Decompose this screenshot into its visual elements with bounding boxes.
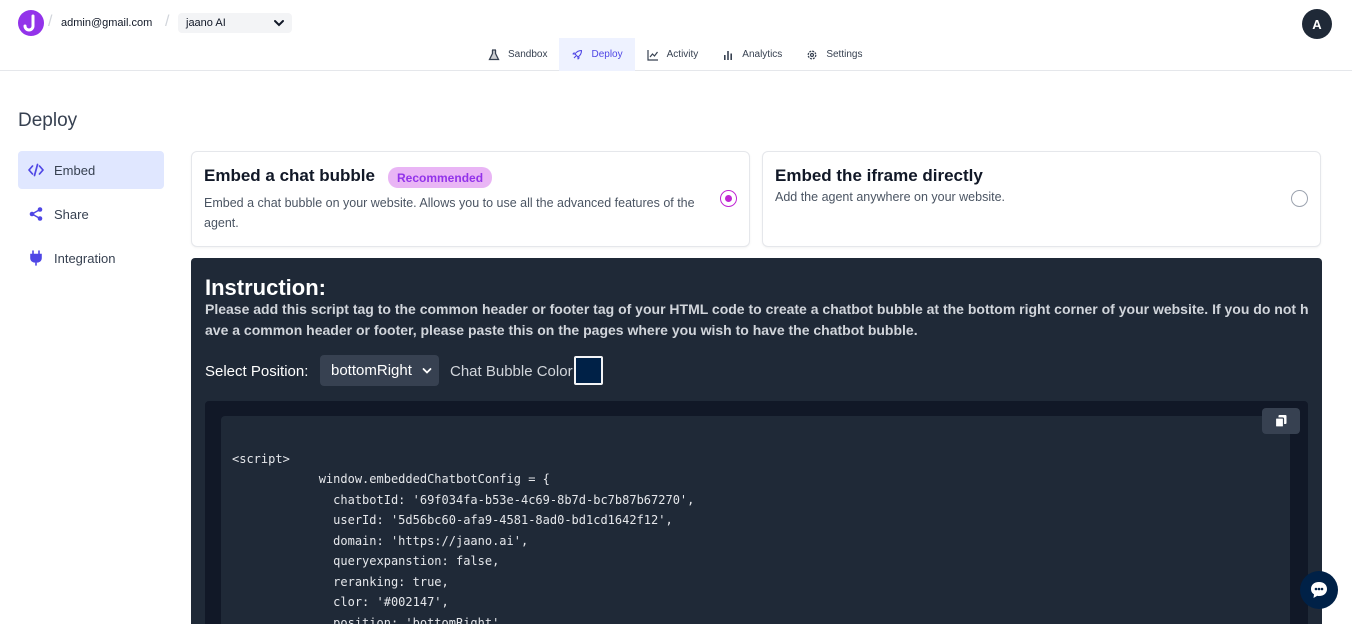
sidebar-item-integration[interactable]: Integration	[18, 239, 164, 277]
instruction-title: Instruction:	[205, 275, 326, 300]
top-bar: / admin@gmail.com / jaano AI A Sandbox D…	[0, 0, 1352, 71]
instruction-text: Please add this script tag to the common…	[205, 301, 1309, 338]
tab-analytics[interactable]: Analytics	[710, 38, 794, 71]
breadcrumb-separator: /	[165, 13, 170, 30]
tab-sandbox[interactable]: Sandbox	[476, 38, 559, 71]
jaano-logo[interactable]	[18, 10, 44, 36]
sidebar-item-embed[interactable]: Embed	[18, 151, 164, 189]
tab-deploy[interactable]: Deploy	[559, 38, 635, 71]
user-avatar[interactable]: A	[1302, 9, 1332, 39]
tab-settings[interactable]: Settings	[794, 38, 874, 71]
copy-icon	[1274, 415, 1287, 428]
option-description: Embed a chat bubble on your website. All…	[204, 196, 695, 230]
bar-chart-icon	[724, 50, 733, 60]
embed-chat-bubble-option[interactable]: Embed a chat bubble Recommended Embed a …	[191, 151, 750, 247]
chat-bubble-launcher[interactable]	[1300, 571, 1338, 609]
agent-name: jaano AI	[186, 17, 226, 29]
chevron-down-icon	[422, 368, 432, 374]
tab-activity[interactable]: Activity	[635, 38, 711, 71]
account-email: admin@gmail.com	[61, 17, 153, 29]
position-value: bottomRight	[331, 362, 412, 379]
chevron-down-icon	[274, 20, 284, 27]
sidebar-item-label: Share	[54, 206, 89, 222]
option-title: Embed the iframe directly	[775, 166, 983, 185]
recommended-badge: Recommended	[388, 167, 493, 188]
activity-chart-icon	[647, 49, 658, 61]
position-select[interactable]: bottomRight	[320, 355, 439, 386]
rocket-icon	[572, 49, 583, 60]
position-label: Select Position:	[205, 363, 309, 380]
embed-iframe-option[interactable]: Embed the iframe directly Add the agent …	[762, 151, 1321, 247]
sidebar-item-label: Embed	[54, 162, 96, 178]
option-description: Add the agent anywhere on your website.	[775, 190, 1006, 204]
option-title: Embed a chat bubble	[204, 166, 375, 185]
sidebar-item-label: Integration	[54, 250, 116, 266]
embed-script-code[interactable]: <script> window.embeddedChatbotConfig = …	[232, 428, 694, 624]
code-block: <script> window.embeddedChatbotConfig = …	[205, 401, 1308, 624]
agent-selector[interactable]: jaano AI	[178, 13, 292, 33]
logo-mark-icon	[18, 10, 44, 36]
gear-icon	[807, 50, 817, 59]
code-container: <script> window.embeddedChatbotConfig = …	[221, 416, 1290, 624]
instruction-panel: Instruction: Please add this script tag …	[191, 258, 1322, 624]
flask-icon	[488, 48, 500, 60]
sidebar-item-share[interactable]: Share	[18, 195, 164, 233]
chat-bubble-radio[interactable]	[720, 190, 737, 207]
share-icon	[29, 207, 43, 221]
code-icon	[28, 163, 44, 177]
iframe-radio[interactable]	[1291, 190, 1308, 207]
page-title: Deploy	[18, 110, 78, 131]
chat-icon	[1311, 582, 1327, 598]
main-tabs: Sandbox Deploy Activity Analytics Settin…	[476, 38, 874, 71]
plug-icon	[30, 250, 42, 266]
copy-code-button[interactable]	[1262, 408, 1300, 434]
bubble-color-label: Chat Bubble Color	[450, 363, 573, 380]
bubble-color-picker[interactable]	[574, 356, 603, 385]
breadcrumb-separator: /	[48, 13, 53, 30]
